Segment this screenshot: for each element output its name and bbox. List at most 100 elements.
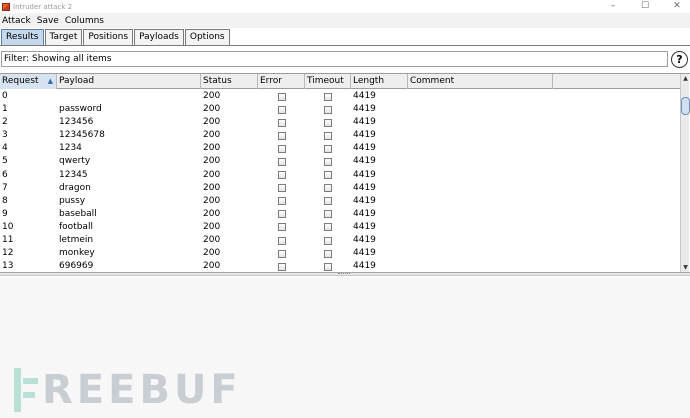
tab-payloads[interactable]: Payloads bbox=[134, 29, 184, 45]
table-row[interactable]: 2 123456 200 4419 bbox=[0, 116, 553, 129]
error-checkbox[interactable] bbox=[277, 184, 286, 193]
cell-request: 10 bbox=[2, 221, 14, 232]
cell-request: 12 bbox=[2, 248, 14, 259]
cell-request: 5 bbox=[2, 156, 8, 167]
cell-payload: baseball bbox=[59, 208, 97, 219]
cell-payload: dragon bbox=[59, 182, 91, 193]
error-checkbox[interactable] bbox=[277, 223, 286, 232]
cell-timeout bbox=[305, 247, 351, 260]
cell-payload bbox=[57, 90, 201, 103]
close-icon[interactable]: ✕ bbox=[670, 0, 684, 13]
app-icon bbox=[2, 2, 10, 11]
tab-options[interactable]: Options bbox=[184, 29, 230, 45]
menu-attack[interactable]: Attack bbox=[2, 16, 31, 26]
cell-payload: letmein bbox=[59, 235, 94, 246]
cell-timeout bbox=[305, 90, 351, 103]
timeout-checkbox[interactable] bbox=[324, 197, 332, 206]
error-checkbox[interactable] bbox=[277, 105, 286, 114]
cell-payload: 12345 bbox=[59, 169, 88, 180]
timeout-checkbox[interactable] bbox=[324, 262, 332, 271]
timeout-checkbox[interactable] bbox=[324, 210, 332, 219]
column-header-label: Request bbox=[2, 76, 39, 86]
cell-comment bbox=[408, 221, 553, 234]
tab-results[interactable]: Results bbox=[1, 29, 44, 45]
error-checkbox[interactable] bbox=[277, 92, 286, 101]
error-checkbox[interactable] bbox=[277, 249, 286, 258]
cell-comment bbox=[408, 169, 553, 182]
minimize-icon[interactable]: – bbox=[606, 0, 620, 13]
error-checkbox[interactable] bbox=[277, 158, 286, 167]
column-header-length[interactable]: Length bbox=[351, 74, 408, 89]
table-row[interactable]: 5 qwerty 200 4419 bbox=[0, 155, 553, 168]
cell-timeout bbox=[305, 182, 351, 195]
error-checkbox[interactable] bbox=[277, 197, 286, 206]
cell-error bbox=[258, 221, 305, 234]
timeout-checkbox[interactable] bbox=[324, 171, 332, 180]
menu-save[interactable]: Save bbox=[37, 16, 59, 26]
table-row[interactable]: 7 dragon 200 4419 bbox=[0, 182, 553, 195]
split-grip-icon[interactable] bbox=[338, 273, 350, 275]
filter-bar[interactable]: Filter: Showing all items bbox=[1, 51, 668, 67]
vertical-scrollbar[interactable]: ▲ ▼ bbox=[680, 74, 690, 273]
error-checkbox[interactable] bbox=[277, 262, 286, 271]
tab-target[interactable]: Target bbox=[44, 29, 83, 45]
column-header-comment[interactable]: Comment bbox=[408, 74, 553, 89]
timeout-checkbox[interactable] bbox=[324, 236, 332, 245]
cell-status: 200 bbox=[203, 91, 221, 101]
timeout-checkbox[interactable] bbox=[324, 105, 332, 114]
column-header-request[interactable]: Request ▲ bbox=[0, 74, 57, 89]
table-row[interactable]: 12 monkey 200 4419 bbox=[0, 247, 553, 260]
table-row[interactable]: 6 12345 200 4419 bbox=[0, 169, 553, 182]
table-row[interactable]: 8 pussy 200 4419 bbox=[0, 195, 553, 208]
cell-error bbox=[258, 90, 305, 103]
column-header-error[interactable]: Error bbox=[258, 74, 305, 89]
error-checkbox[interactable] bbox=[277, 171, 286, 180]
help-icon[interactable]: ? bbox=[671, 51, 688, 68]
error-checkbox[interactable] bbox=[277, 131, 286, 140]
cell-timeout bbox=[305, 221, 351, 234]
maximize-icon[interactable]: ☐ bbox=[638, 0, 652, 13]
table-row[interactable]: 11 letmein 200 4419 bbox=[0, 234, 553, 247]
table-row[interactable]: 1 password 200 4419 bbox=[0, 103, 553, 116]
timeout-checkbox[interactable] bbox=[324, 223, 332, 232]
cell-status: 200 bbox=[203, 104, 221, 115]
cell-length: 4419 bbox=[353, 156, 376, 167]
cell-status: 200 bbox=[203, 235, 221, 246]
menu-columns[interactable]: Columns bbox=[65, 16, 104, 26]
cell-comment bbox=[408, 103, 553, 116]
cell-timeout bbox=[305, 169, 351, 182]
timeout-checkbox[interactable] bbox=[324, 158, 332, 167]
tab-positions[interactable]: Positions bbox=[83, 29, 134, 45]
column-header-status[interactable]: Status bbox=[201, 74, 258, 89]
cell-request: 2 bbox=[2, 117, 8, 128]
cell-length: 4419 bbox=[353, 117, 376, 128]
timeout-checkbox[interactable] bbox=[324, 131, 332, 140]
cell-error bbox=[258, 169, 305, 182]
column-header-payload[interactable]: Payload bbox=[57, 74, 201, 89]
error-checkbox[interactable] bbox=[277, 144, 286, 153]
cell-request: 8 bbox=[2, 195, 8, 206]
table-row[interactable]: 3 12345678 200 4419 bbox=[0, 129, 553, 142]
error-checkbox[interactable] bbox=[277, 210, 286, 219]
cell-length: 4419 bbox=[353, 221, 376, 232]
table-row[interactable]: 9 baseball 200 4419 bbox=[0, 208, 553, 221]
scroll-thumb[interactable] bbox=[681, 97, 690, 115]
timeout-checkbox[interactable] bbox=[324, 184, 332, 193]
cell-request: 4 bbox=[2, 143, 8, 154]
table-row[interactable]: 10 football 200 4419 bbox=[0, 221, 553, 234]
table-row[interactable]: 4 1234 200 4419 bbox=[0, 142, 553, 155]
window-controls: – ☐ ✕ bbox=[606, 0, 684, 13]
scroll-up-icon[interactable]: ▲ bbox=[681, 74, 690, 84]
error-checkbox[interactable] bbox=[277, 118, 286, 127]
column-header-timeout[interactable]: Timeout bbox=[305, 74, 351, 89]
timeout-checkbox[interactable] bbox=[324, 118, 332, 127]
filter-text: Filter: Showing all items bbox=[4, 54, 112, 64]
cell-comment bbox=[408, 142, 553, 155]
table-row[interactable]: 0 200 4419 bbox=[0, 90, 553, 103]
timeout-checkbox[interactable] bbox=[324, 144, 332, 153]
timeout-checkbox[interactable] bbox=[324, 92, 332, 101]
error-checkbox[interactable] bbox=[277, 236, 286, 245]
timeout-checkbox[interactable] bbox=[324, 249, 332, 258]
cell-request: 0 bbox=[2, 91, 8, 101]
cell-request: 6 bbox=[2, 169, 8, 180]
